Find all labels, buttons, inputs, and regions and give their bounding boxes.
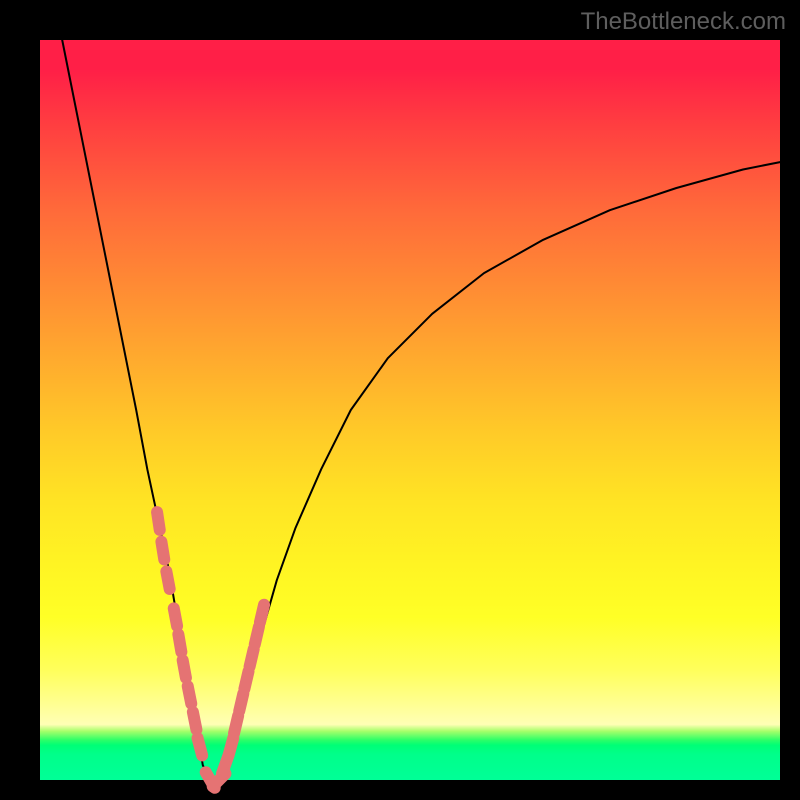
chart-svg — [40, 40, 780, 780]
marker-dot — [193, 712, 197, 730]
marker-dots-group — [157, 512, 264, 788]
marker-dot — [255, 627, 259, 645]
marker-dot — [183, 660, 186, 678]
chart-plot-area — [40, 40, 780, 780]
marker-dot — [188, 686, 192, 704]
bottleneck-curve — [62, 40, 780, 780]
marker-dot — [229, 738, 234, 755]
marker-dot — [244, 671, 248, 689]
marker-dot — [234, 716, 238, 734]
marker-dot — [178, 634, 181, 652]
chart-outer-frame: TheBottleneck.com — [0, 0, 800, 800]
attribution-text: TheBottleneck.com — [581, 8, 786, 36]
marker-dot — [239, 694, 243, 712]
marker-dot — [174, 608, 177, 626]
marker-dot — [250, 649, 254, 667]
marker-dot — [157, 512, 160, 530]
marker-dot — [198, 738, 203, 755]
marker-dot — [161, 542, 164, 560]
marker-dot — [260, 605, 264, 623]
marker-dot — [166, 571, 169, 589]
